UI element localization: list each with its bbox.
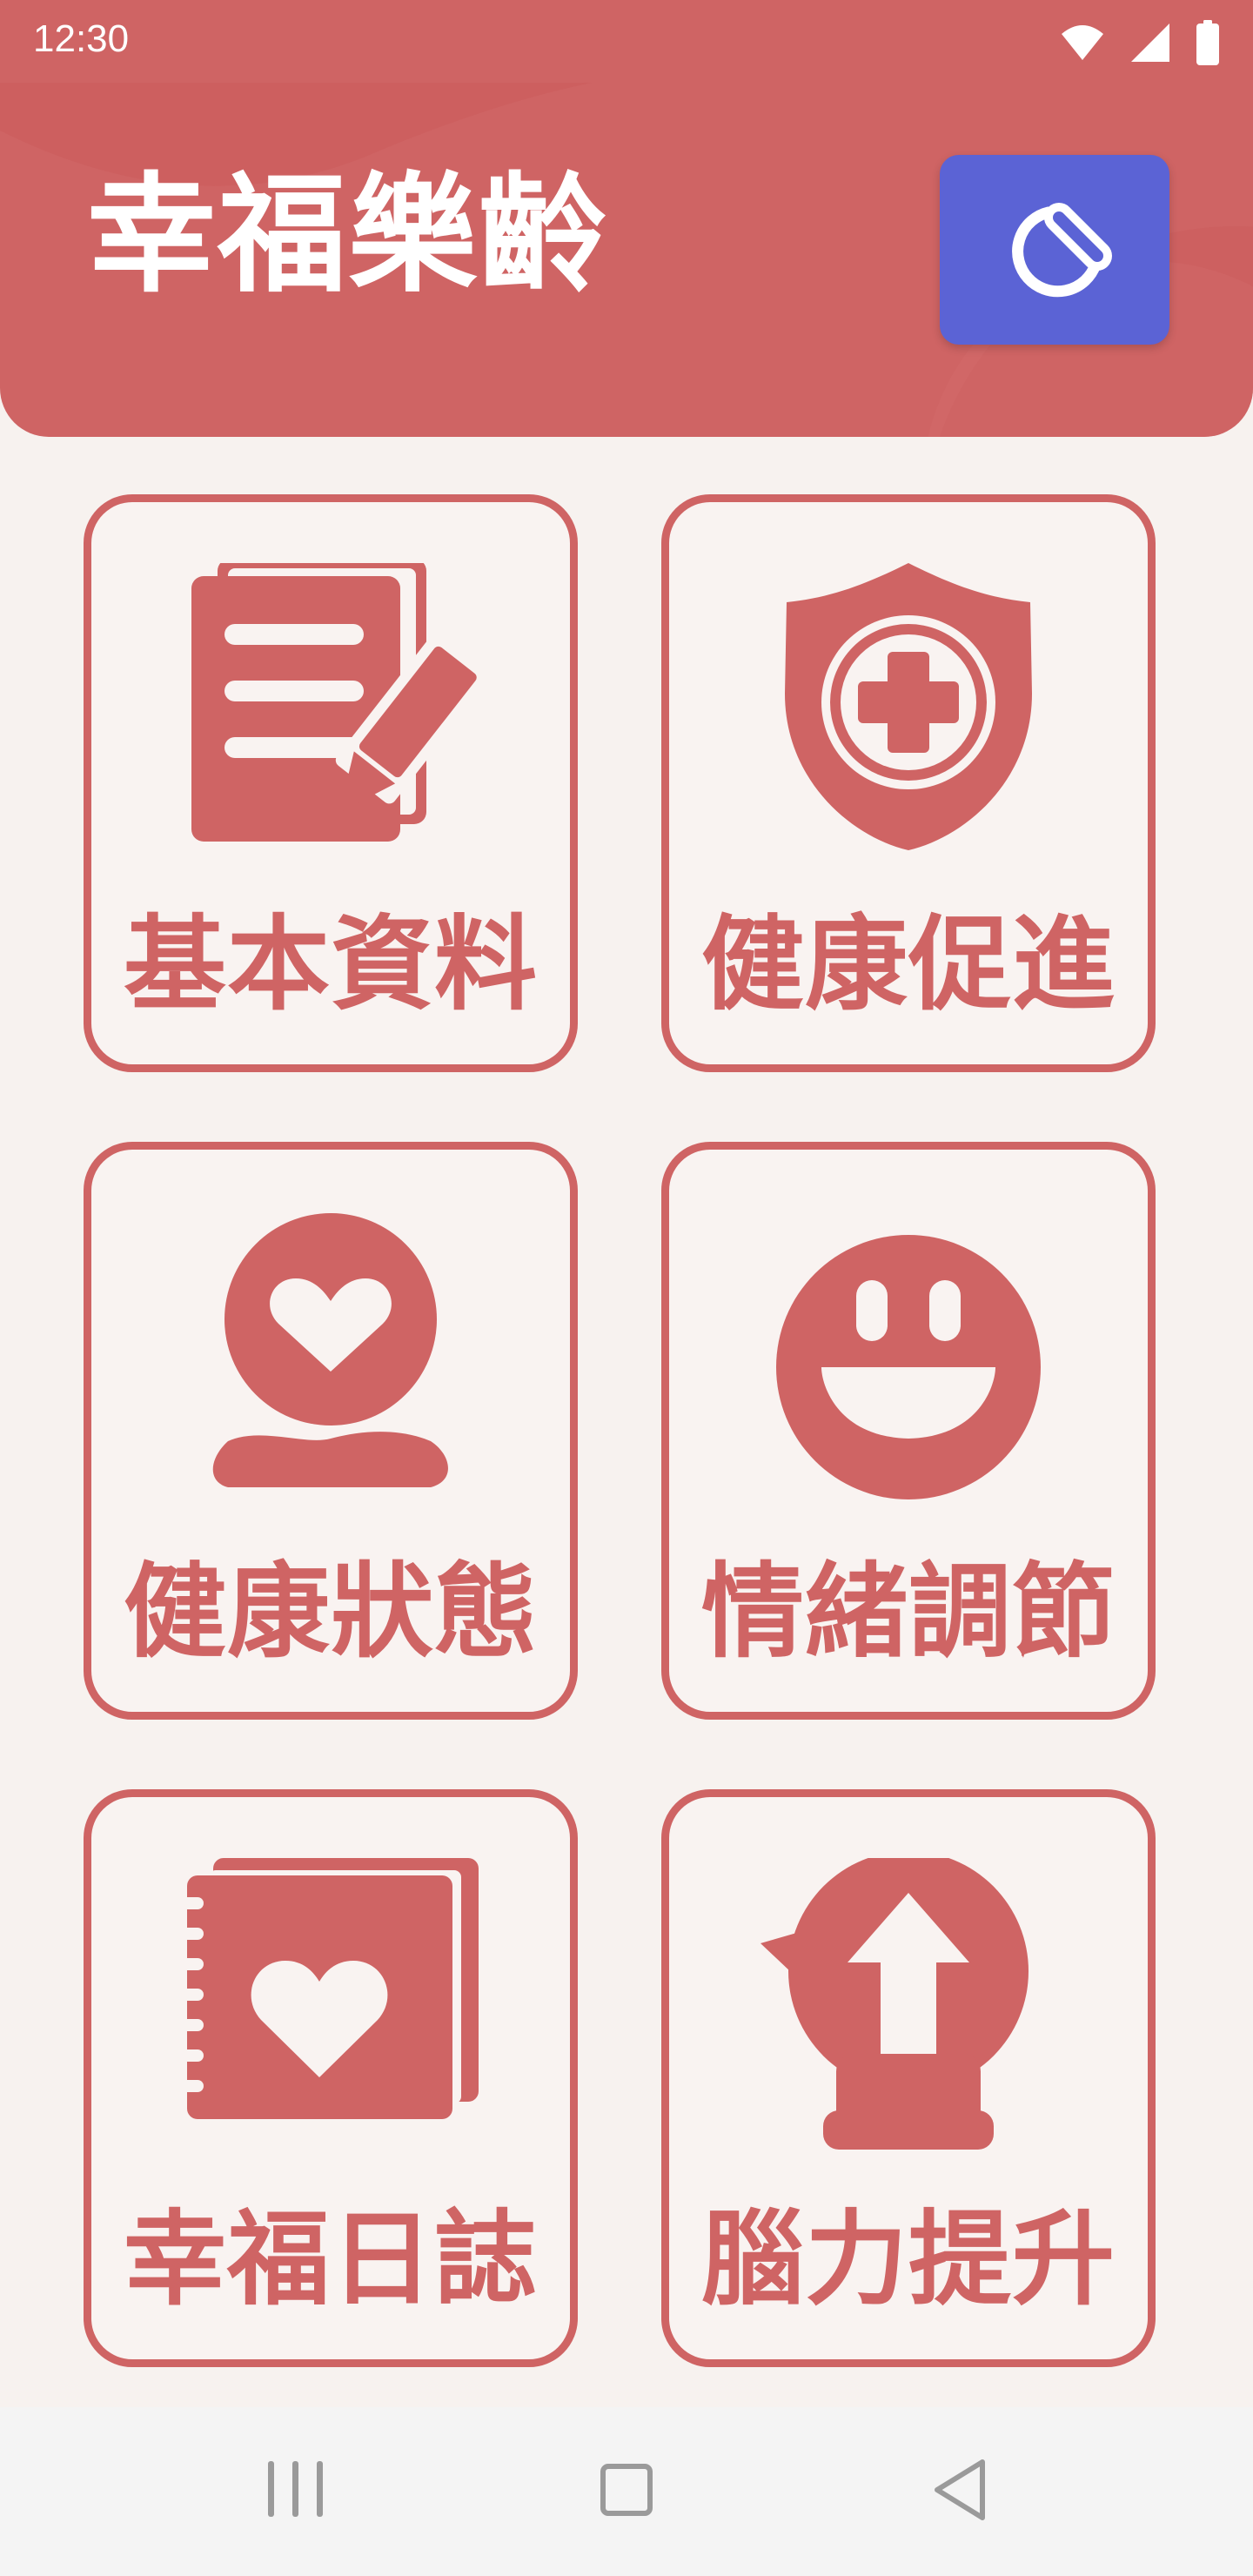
menu-tile-label: 基本資料 — [123, 904, 538, 1024]
menu-tile-happiness-journal[interactable]: 幸福日誌 — [84, 1789, 578, 2367]
clock-pen-icon — [1012, 203, 1112, 298]
recent-apps-button[interactable] — [244, 2442, 348, 2538]
heart-notebook-icon — [174, 1858, 479, 2119]
smiley-icon — [776, 1235, 1041, 1499]
signal-icon — [1131, 23, 1169, 62]
shield-plus-icon — [785, 563, 1032, 850]
home-icon — [600, 2464, 653, 2516]
lightbulb-arrow-icon — [761, 1858, 1029, 2150]
menu-tile-emotion-regulation[interactable]: 情緒調節 — [661, 1142, 1156, 1720]
app-header: 12:30 幸福樂齡 — [0, 0, 1253, 437]
back-icon — [935, 2459, 985, 2520]
status-bar: 12:30 — [0, 0, 1253, 84]
battery-icon — [1196, 20, 1219, 65]
person-heart-icon — [212, 1213, 448, 1487]
menu-tile-health-status[interactable]: 健康狀態 — [84, 1142, 578, 1720]
app-title: 幸福樂齡 — [87, 160, 609, 310]
menu-tile-label: 情緒調節 — [700, 1552, 1116, 1672]
menu-tile-basic-info[interactable]: 基本資料 — [84, 494, 578, 1072]
status-time: 12:30 — [33, 17, 130, 60]
status-icons — [1060, 19, 1220, 66]
menu-tile-label: 幸福日誌 — [123, 2199, 538, 2319]
back-button[interactable] — [908, 2442, 1012, 2538]
menu-tile-label: 健康促進 — [700, 904, 1116, 1024]
menu-tile-brain-boost[interactable]: 腦力提升 — [661, 1789, 1156, 2367]
menu-tile-label: 腦力提升 — [700, 2199, 1116, 2319]
document-pen-icon — [191, 563, 487, 842]
navigation-bar — [0, 2407, 1253, 2576]
wifi-icon — [1062, 25, 1103, 60]
recent-apps-icon — [268, 2461, 323, 2517]
menu-tile-health-promotion[interactable]: 健康促進 — [661, 494, 1156, 1072]
home-button[interactable] — [574, 2442, 679, 2538]
clock-action-button[interactable] — [940, 155, 1169, 345]
menu-tile-label: 健康狀態 — [123, 1552, 538, 1672]
